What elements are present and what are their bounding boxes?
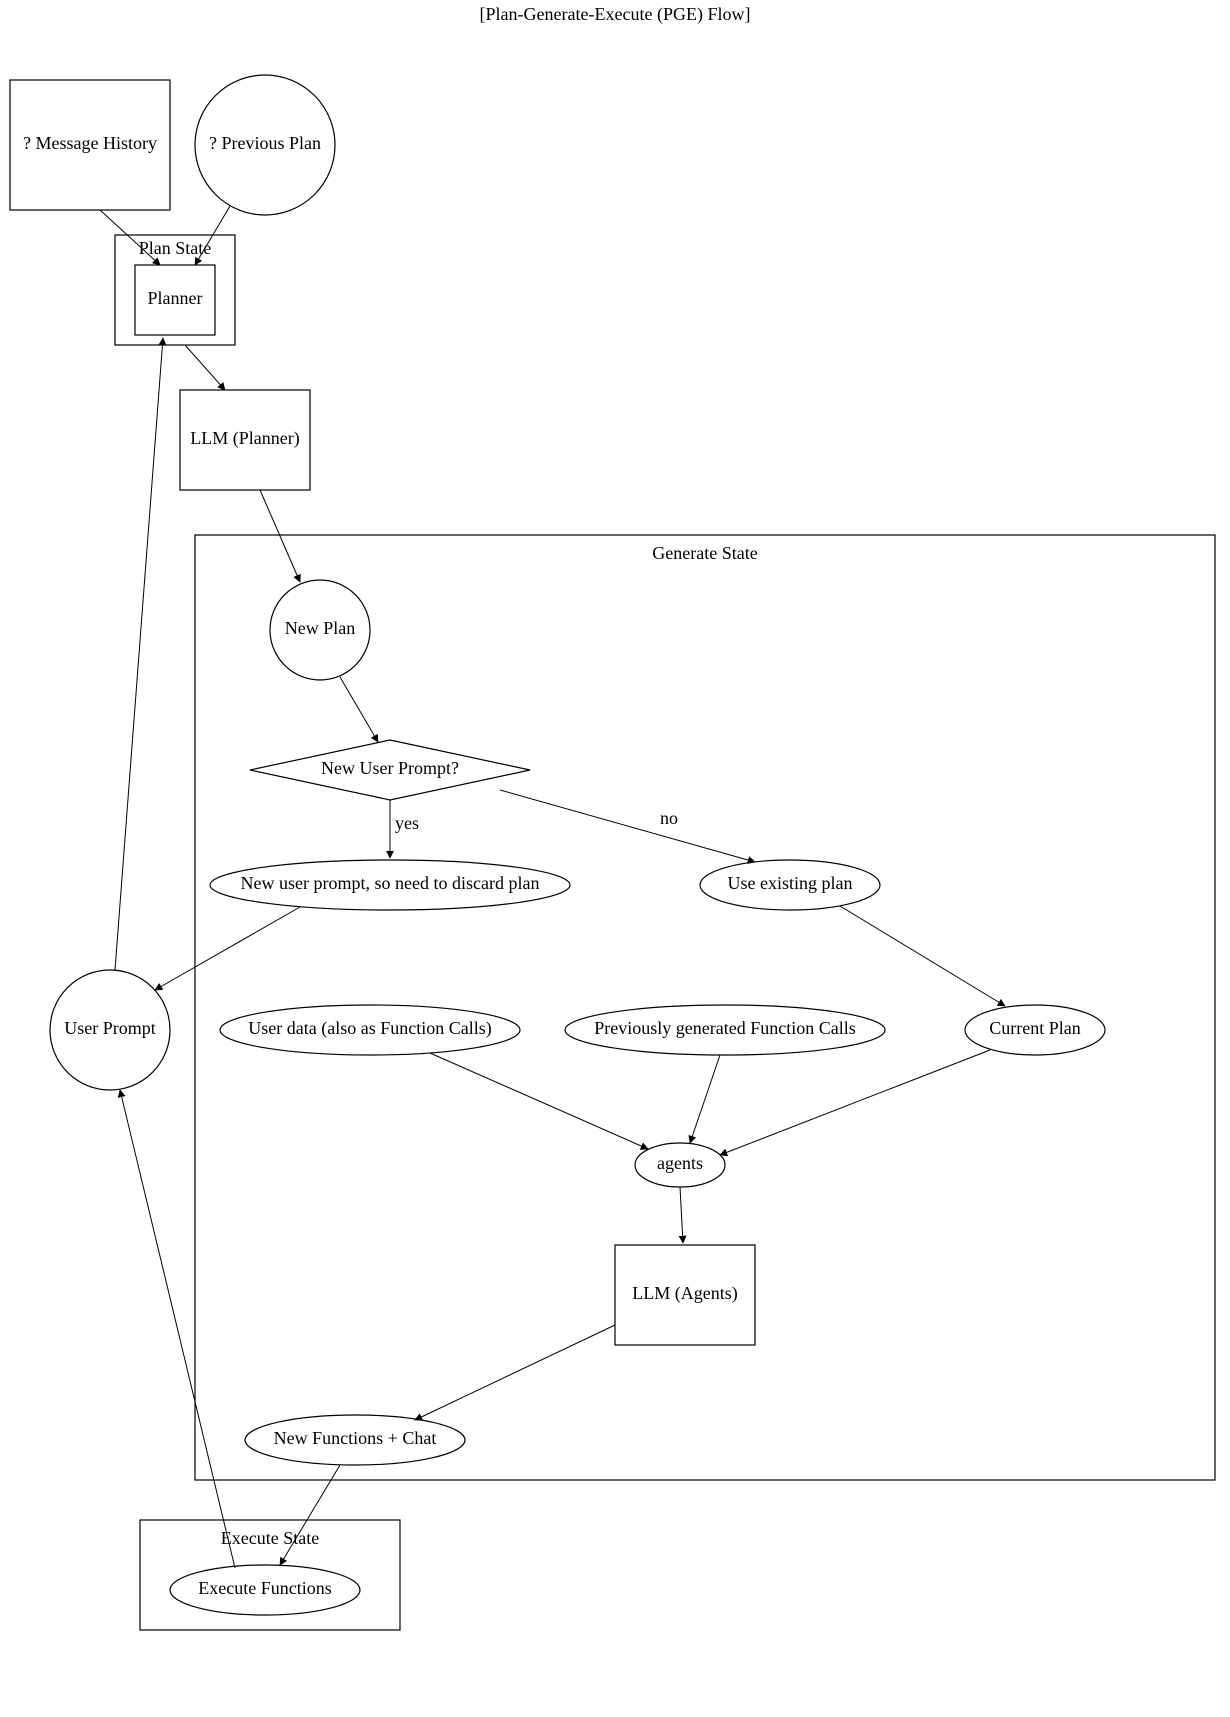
execute-state-label: Execute State <box>221 1528 319 1548</box>
edge-llmagents-newfunctions <box>415 1325 615 1420</box>
edge-llmplanner-newplan <box>260 490 300 582</box>
prev-fc-label: Previously generated Function Calls <box>594 1018 855 1038</box>
edge-agents-llmagents <box>680 1187 683 1243</box>
edge-userdata-agents <box>430 1053 648 1149</box>
llm-planner-label: LLM (Planner) <box>190 428 299 449</box>
edge-yes-label: yes <box>395 813 419 833</box>
generate-state-label: Generate State <box>652 543 757 563</box>
new-plan-label: New Plan <box>285 618 356 638</box>
edge-currentplan-agents <box>720 1050 990 1155</box>
decision-label: New User Prompt? <box>321 758 459 778</box>
edge-discard-userprompt <box>155 907 300 990</box>
discard-plan-label: New user prompt, so need to discard plan <box>241 873 540 893</box>
diagram-title: [Plan-Generate-Execute (PGE) Flow] <box>480 4 751 25</box>
message-history-label: ? Message History <box>23 133 157 153</box>
planner-label: Planner <box>148 288 203 308</box>
previous-plan-label: ? Previous Plan <box>209 133 321 153</box>
edge-userprompt-planner <box>115 338 163 970</box>
generate-state-box <box>195 535 1215 1480</box>
edge-useexisting-currentplan <box>840 906 1005 1006</box>
user-data-label: User data (also as Function Calls) <box>248 1018 491 1039</box>
edge-decision-useexisting <box>500 790 755 862</box>
edge-execute-userprompt <box>120 1090 235 1568</box>
execute-fn-label: Execute Functions <box>198 1578 331 1598</box>
new-functions-label: New Functions + Chat <box>274 1428 437 1448</box>
use-existing-label: Use existing plan <box>728 873 853 893</box>
user-prompt-label: User Prompt <box>64 1018 156 1038</box>
agents-label: agents <box>657 1153 703 1173</box>
edge-planner-llmplanner <box>185 345 225 390</box>
edge-prevfc-agents <box>690 1055 720 1143</box>
edge-no-label: no <box>660 808 678 828</box>
edge-newplan-decision <box>340 677 378 742</box>
current-plan-label: Current Plan <box>989 1018 1081 1038</box>
llm-agents-label: LLM (Agents) <box>632 1283 737 1304</box>
